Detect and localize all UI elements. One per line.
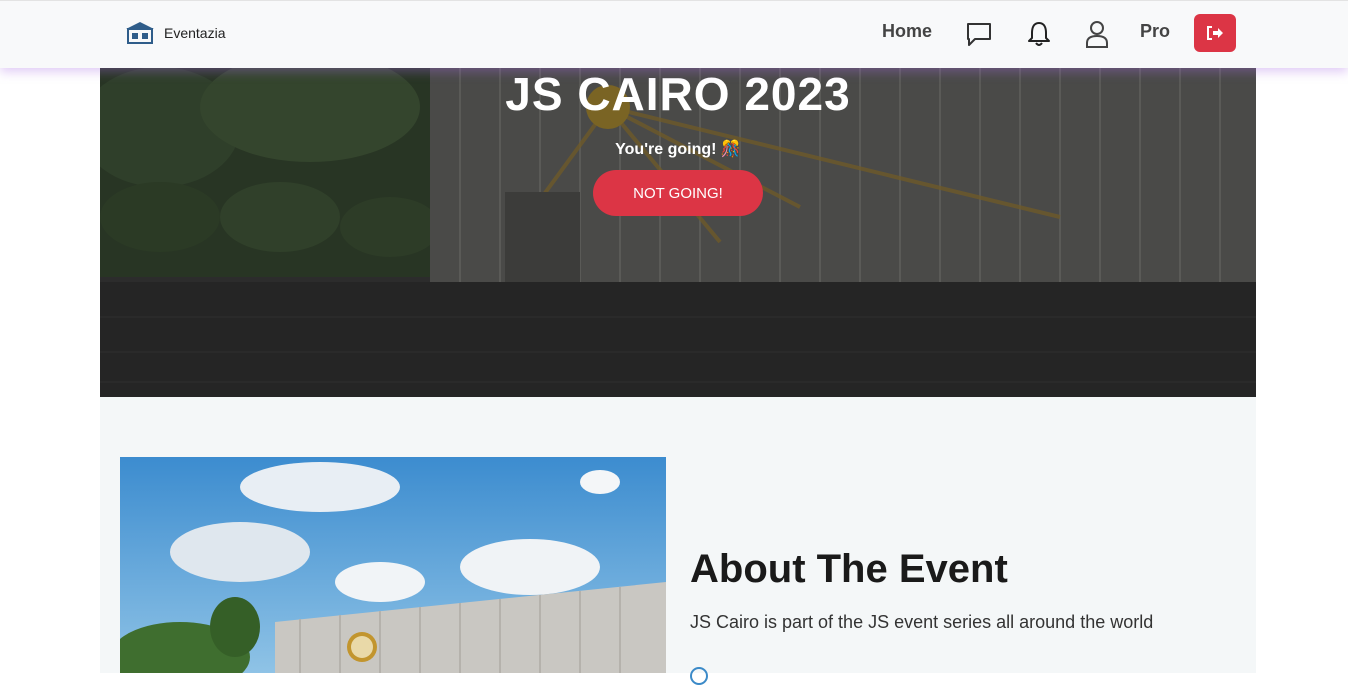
bell-icon[interactable] — [1024, 19, 1054, 49]
brand-name: Eventazia — [164, 25, 226, 41]
user-icon[interactable] — [1082, 19, 1112, 49]
brand-link[interactable]: Eventazia — [124, 21, 225, 45]
nav-home-link[interactable]: Home — [882, 21, 932, 42]
event-title: JS CAIRO 2023 — [505, 68, 851, 120]
about-title: About The Event — [690, 547, 1008, 591]
logout-button[interactable] — [1194, 14, 1236, 52]
event-venue-image — [120, 457, 666, 673]
navbar: Eventazia Home Pro — [0, 0, 1348, 68]
about-description: JS Cairo is part of the JS event series … — [690, 612, 1154, 632]
chat-icon[interactable] — [964, 19, 994, 49]
event-hero-banner: JS CAIRO 2023 You're going! 🎊 NOT GOING! — [100, 67, 1256, 397]
not-going-button[interactable]: NOT GOING! — [593, 170, 763, 216]
attendance-status: You're going! 🎊 — [615, 141, 741, 158]
logout-icon — [1207, 26, 1223, 40]
nav-pro-link[interactable]: Pro — [1140, 21, 1170, 42]
info-icon — [690, 667, 708, 685]
about-section: About The Event JS Cairo is part of the … — [100, 397, 1256, 685]
brand-logo-icon — [126, 22, 154, 44]
